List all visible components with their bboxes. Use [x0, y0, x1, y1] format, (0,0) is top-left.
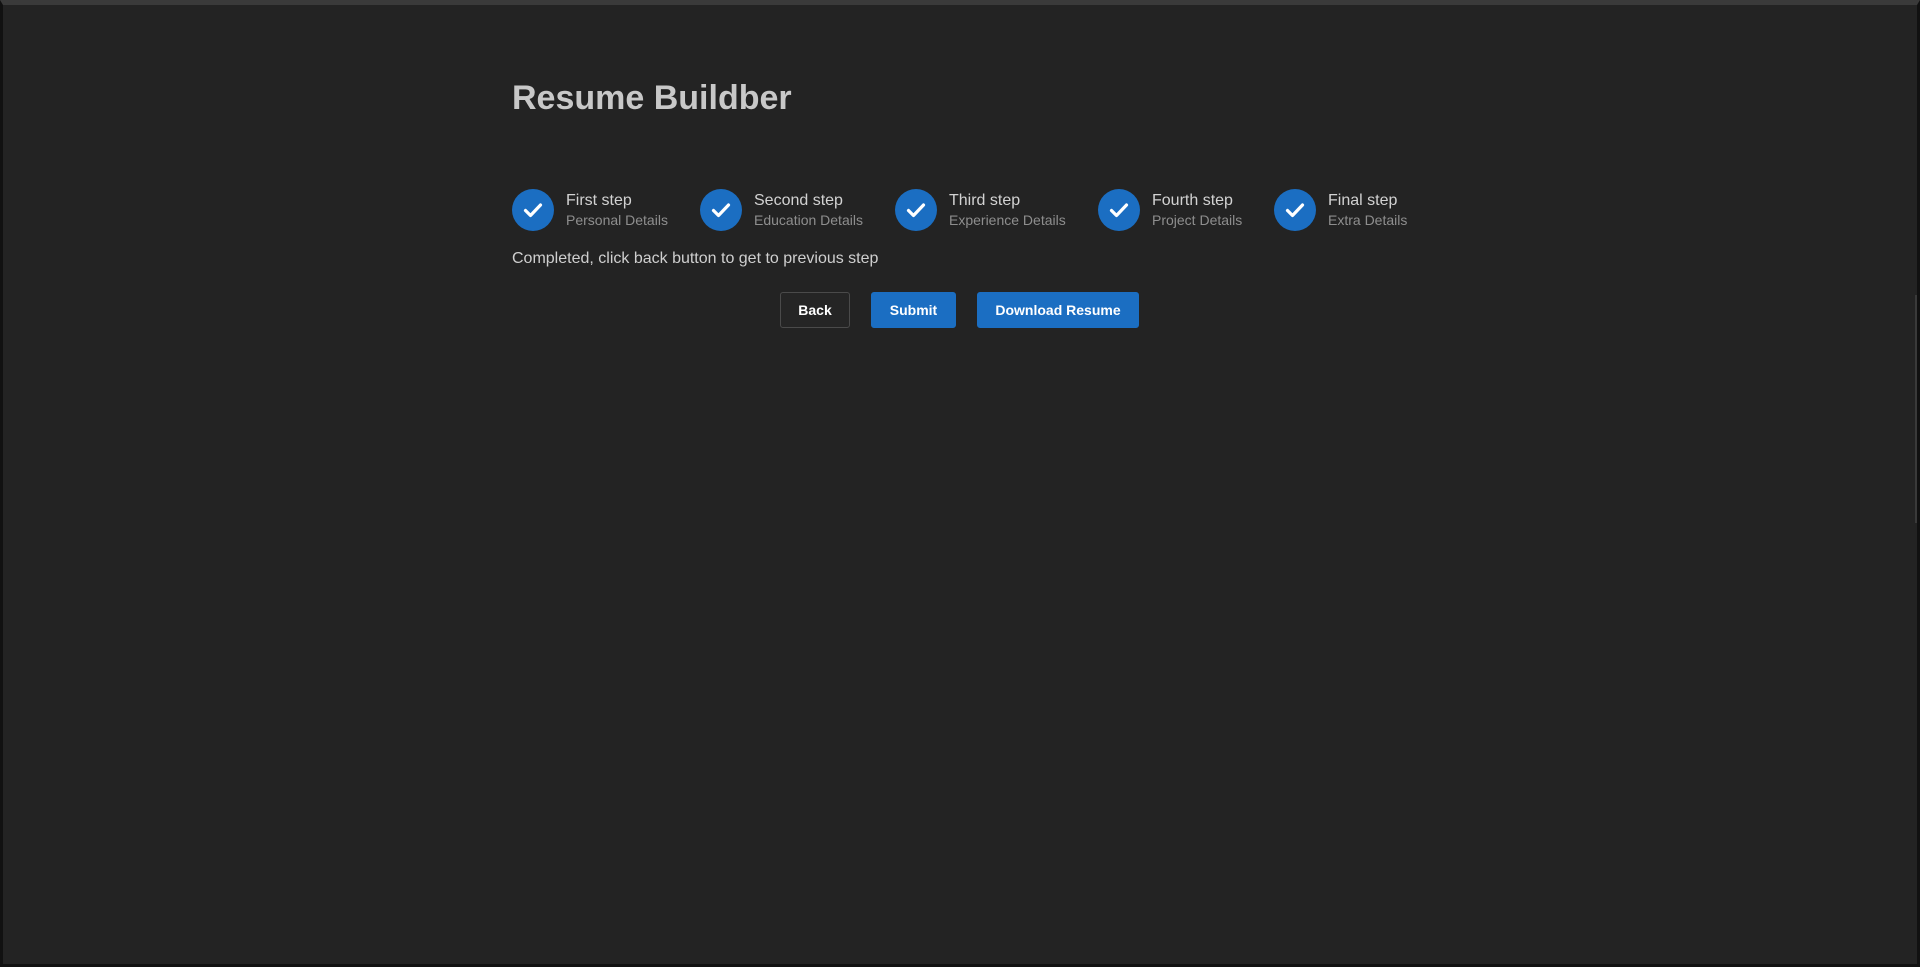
step-final[interactable]: Final step Extra Details [1274, 188, 1407, 232]
check-icon [1098, 189, 1140, 231]
check-icon [700, 189, 742, 231]
status-message: Completed, click back button to get to p… [512, 250, 879, 267]
stepper: First step Personal Details Second step … [512, 188, 1412, 232]
step-title: Final step [1328, 191, 1398, 209]
step-description: Education Details [754, 211, 863, 228]
step-title: Third step [949, 191, 1021, 209]
step-title: Fourth step [1152, 191, 1233, 209]
step-description: Extra Details [1328, 211, 1408, 228]
step-description: Project Details [1152, 211, 1243, 228]
download-resume-button[interactable]: Download Resume [977, 292, 1139, 328]
step-second[interactable]: Second step Education Details [700, 188, 863, 232]
submit-button[interactable]: Submit [871, 292, 956, 328]
check-icon [1274, 189, 1316, 231]
back-button[interactable]: Back [780, 292, 850, 328]
scrollbar[interactable] [1915, 295, 1917, 523]
check-icon [512, 189, 554, 231]
step-third[interactable]: Third step Experience Details [895, 188, 1066, 232]
step-description: Experience Details [949, 211, 1066, 228]
page-title: Resume Buildber [512, 79, 792, 117]
window-frame [0, 0, 1920, 967]
step-description: Personal Details [566, 211, 668, 228]
step-title: First step [566, 191, 632, 209]
check-icon [895, 189, 937, 231]
step-first[interactable]: First step Personal Details [512, 188, 668, 232]
step-title: Second step [754, 191, 843, 209]
step-fourth[interactable]: Fourth step Project Details [1098, 188, 1242, 232]
